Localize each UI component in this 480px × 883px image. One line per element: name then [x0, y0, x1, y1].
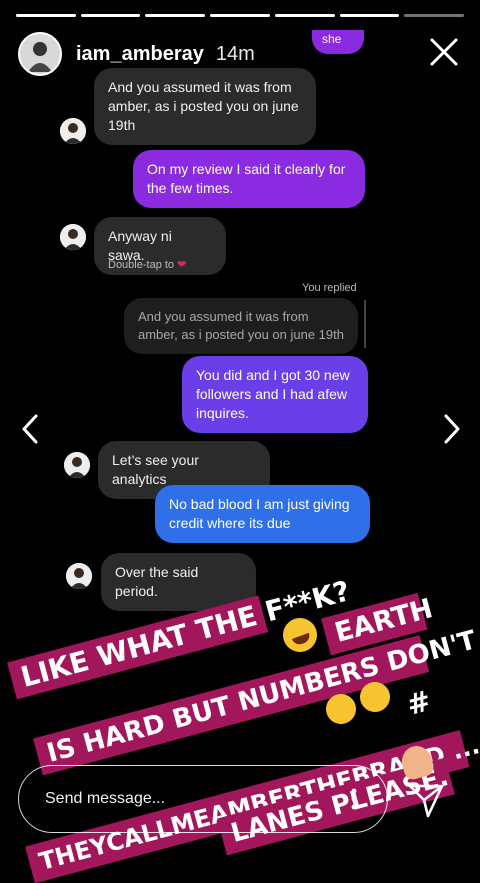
- more-options-icon[interactable]: [351, 788, 357, 810]
- avatar: [64, 452, 90, 478]
- message-text: On my review I said it clearly for the f…: [147, 161, 346, 196]
- message-input[interactable]: Send message...: [18, 765, 388, 833]
- message-text: No bad blood I am just giving credit whe…: [169, 496, 350, 531]
- quoted-message: And you assumed it was from amber, as i …: [124, 298, 358, 354]
- message-sent: You did and I got 30 new followers and I…: [182, 356, 368, 433]
- double-tap-text: Double-tap to: [108, 259, 175, 271]
- message-partial: she: [312, 30, 364, 54]
- avatar[interactable]: [18, 32, 62, 76]
- username[interactable]: iam_amberay: [76, 43, 204, 66]
- avatar: [60, 224, 86, 250]
- chevron-left-icon[interactable]: [16, 412, 46, 446]
- send-icon[interactable]: [406, 780, 446, 820]
- progress-segment: [210, 14, 270, 17]
- progress-segment: [339, 14, 400, 17]
- avatar: [66, 563, 92, 589]
- progress-segment: [16, 14, 76, 17]
- quote-divider: [364, 300, 366, 348]
- progress-segment: [145, 14, 206, 17]
- caption-line: #: [393, 676, 457, 727]
- chevron-right-icon[interactable]: [436, 412, 466, 446]
- message-received: And you assumed it was from amber, as i …: [94, 68, 316, 145]
- partial-text: she: [322, 32, 342, 46]
- message-placeholder: Send message...: [45, 790, 166, 807]
- double-tap-hint: Double-tap to ❤: [108, 258, 186, 271]
- message-text: And you assumed it was from amber, as i …: [108, 79, 299, 133]
- timestamp: 14m: [215, 42, 255, 65]
- avatar: [60, 118, 86, 144]
- progress-segment: [404, 14, 465, 17]
- close-icon[interactable]: [426, 34, 462, 70]
- story-progress: [16, 14, 465, 17]
- quoted-text: And you assumed it was from amber, as i …: [138, 309, 344, 342]
- progress-segment: [274, 14, 335, 17]
- caption-text: #: [403, 683, 435, 722]
- progress-segment: [80, 14, 141, 17]
- you-replied-label: You replied: [302, 282, 357, 294]
- heart-icon: ❤: [177, 259, 187, 271]
- message-text: Over the said period.: [115, 564, 199, 599]
- message-text: Let’s see your analytics: [112, 452, 199, 487]
- message-sent: On my review I said it clearly for the f…: [133, 150, 365, 208]
- message-sent: No bad blood I am just giving credit whe…: [155, 485, 370, 543]
- message-text: You did and I got 30 new followers and I…: [196, 367, 350, 421]
